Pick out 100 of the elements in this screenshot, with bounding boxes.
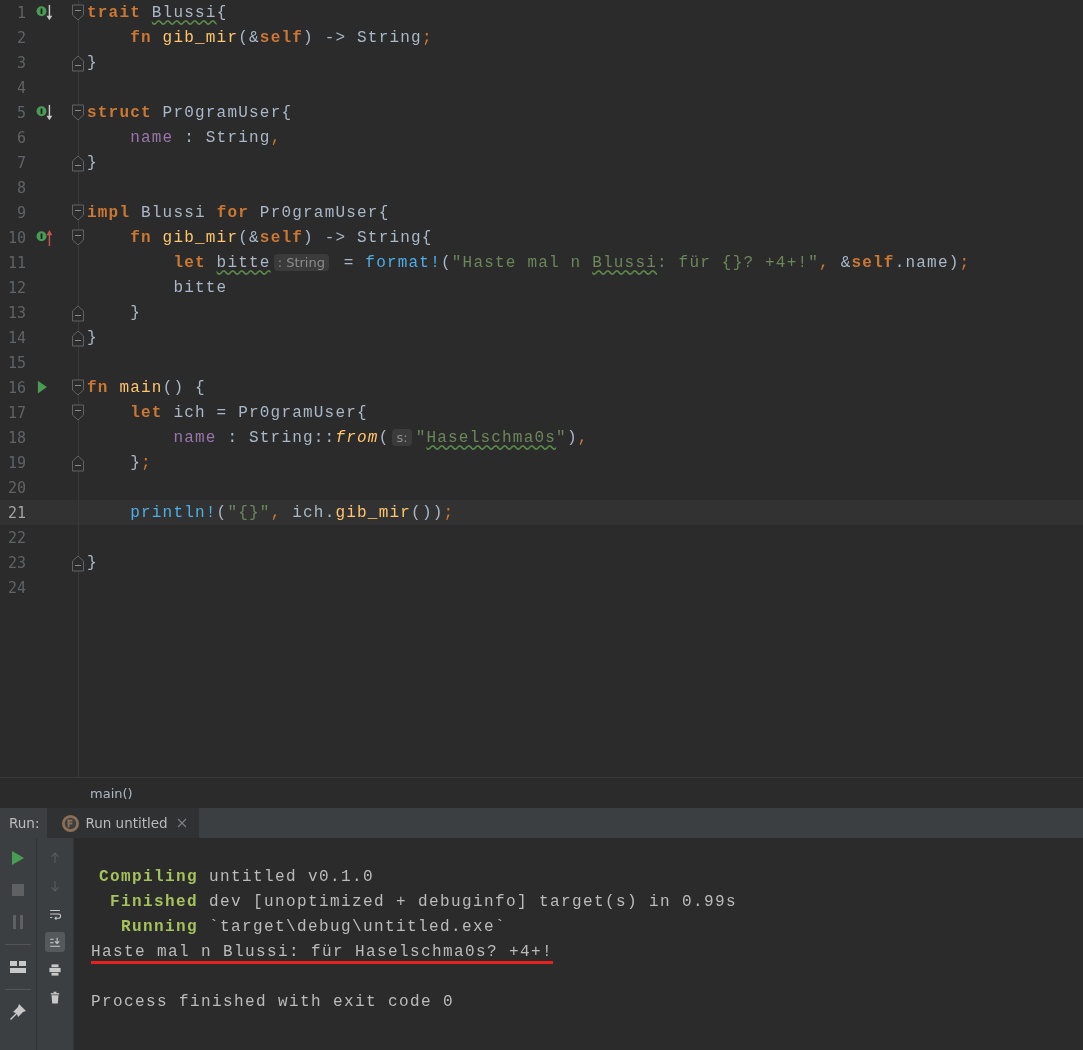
string-literal: "	[556, 428, 567, 447]
line-number: 20	[6, 478, 26, 497]
function-name: gib_mir	[335, 503, 412, 522]
fold-icon[interactable]	[71, 2, 85, 23]
keyword: self	[851, 253, 895, 272]
string-literal: Haselschma0s	[426, 428, 557, 447]
string-literal: "	[415, 428, 427, 447]
line-number: 7	[15, 153, 26, 172]
line-number: 3	[15, 53, 26, 72]
line-number: 22	[6, 528, 26, 547]
code-text: &	[840, 253, 852, 272]
line-number: 6	[15, 128, 26, 147]
line-number: 11	[6, 253, 26, 272]
code-text: Pr0gramUser{	[161, 103, 293, 122]
keyword: self	[259, 228, 304, 247]
code-text: Blussi	[151, 3, 217, 22]
fold-icon[interactable]	[71, 102, 85, 123]
console-output: Process finished with exit code 0	[91, 992, 455, 1011]
code-text: }	[87, 328, 98, 347]
code-text: (	[216, 503, 228, 522]
code-text: }	[87, 553, 98, 572]
line-number: 12	[6, 278, 26, 297]
console-text: `target\debug\untitled.exe`	[209, 917, 507, 936]
line-number: 21	[6, 503, 26, 522]
code-text: {	[216, 3, 228, 22]
status-label: Compiling	[98, 867, 199, 886]
line-number: 10	[6, 228, 26, 247]
line-number: 17	[6, 403, 26, 422]
console-output: Haste mal n Blussi: für Haselschma0s? +4+!	[91, 942, 554, 961]
code-text: )	[566, 428, 578, 447]
punctuation: ;	[959, 253, 971, 272]
code-text: bitte	[173, 278, 228, 297]
code-text: }	[87, 153, 98, 172]
code-text: .name)	[894, 253, 960, 272]
punctuation: ,	[270, 503, 282, 522]
line-number: 8	[15, 178, 26, 197]
code-text: ich = Pr0gramUser{	[172, 403, 368, 422]
close-icon[interactable]	[176, 818, 187, 828]
pin-icon[interactable]	[8, 1002, 28, 1022]
string-literal: : für {}? +4+!"	[657, 253, 820, 272]
keyword: self	[259, 28, 304, 47]
punctuation: ;	[141, 453, 152, 472]
scroll-to-end-icon[interactable]	[45, 932, 65, 952]
fold-icon[interactable]	[71, 377, 85, 398]
code-text: () {	[162, 378, 206, 397]
code-text: : String	[183, 128, 271, 147]
code-text: (	[440, 253, 452, 272]
line-number: 18	[6, 428, 26, 447]
code-text: =	[342, 253, 356, 272]
punctuation: ,	[819, 253, 831, 272]
function-name: gib_mir	[162, 228, 239, 247]
code-text: ())	[411, 503, 444, 522]
string-literal: Blussi	[592, 253, 657, 272]
code-text: (&	[238, 228, 260, 247]
keyword: struct	[87, 103, 152, 122]
macro-name: println!	[130, 503, 217, 522]
macro-name: format!	[365, 253, 441, 272]
fold-icon[interactable]	[71, 202, 85, 223]
keyword: let	[130, 403, 163, 422]
code-text: bitte	[216, 253, 271, 272]
code-text: ) -> String	[303, 28, 422, 47]
keyword: impl	[87, 203, 131, 222]
code-text: ich.	[291, 503, 336, 522]
code-text: ) -> String{	[303, 228, 433, 247]
line-number: 23	[6, 553, 26, 572]
code-text: : String::	[226, 428, 336, 447]
code-text: }	[87, 53, 98, 72]
run-tab[interactable]: Run untitled	[47, 808, 199, 838]
console-text: dev [unoptimized + debuginfo] target(s) in 0.99s	[209, 892, 738, 911]
line-number: 15	[6, 353, 26, 372]
function-call: from	[335, 428, 379, 447]
fold-icon[interactable]	[71, 402, 85, 423]
inlay-hint: s:	[392, 429, 412, 446]
line-number: 2	[15, 28, 26, 47]
code-text: (&	[238, 28, 260, 47]
line-number: 4	[15, 78, 26, 97]
punctuation: ,	[577, 428, 589, 447]
code-text: Blussi	[140, 203, 207, 222]
line-number: 19	[6, 453, 26, 472]
line-number: 5	[15, 103, 26, 122]
function-name: gib_mir	[162, 28, 239, 47]
status-label: Running	[120, 917, 199, 936]
line-number: 16	[6, 378, 26, 397]
line-number: 9	[15, 203, 26, 222]
code-text: Pr0gramUser{	[258, 203, 390, 222]
keyword: fn	[87, 378, 110, 397]
keyword: fn	[130, 28, 153, 47]
string-literal: "{}"	[227, 503, 271, 522]
keyword: let	[173, 253, 207, 272]
breadcrumb[interactable]: main()	[90, 785, 133, 801]
fold-icon[interactable]	[71, 227, 85, 248]
field-name: name	[130, 128, 174, 147]
code-text: (	[378, 428, 390, 447]
code-text: }	[130, 303, 141, 322]
keyword: trait	[87, 3, 142, 22]
line-number: 13	[6, 303, 26, 322]
punctuation: ,	[270, 128, 282, 147]
function-name: main	[119, 378, 163, 397]
status-label: Finished	[109, 892, 199, 911]
inlay-hint: : String	[273, 254, 329, 271]
